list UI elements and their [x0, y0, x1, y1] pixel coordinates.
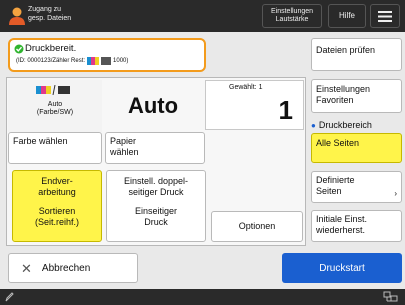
check-files-button[interactable]: Dateien prüfen	[311, 38, 402, 71]
cancel-label: Abbrechen	[41, 262, 91, 274]
color-mode-small: Auto (Farbe/SW)	[8, 80, 102, 132]
menu-button[interactable]	[370, 4, 400, 28]
bullet-icon: ●	[311, 120, 316, 130]
settings-line-1: Einstellungen	[270, 8, 314, 15]
restore-defaults-button[interactable]: Initiale Einst. wiederherst.	[311, 210, 402, 242]
finishing-line-1: Endver-	[41, 176, 73, 186]
finishing-line-2: arbeitung	[38, 187, 76, 197]
all-pages-button[interactable]: Alle Seiten	[311, 133, 402, 163]
top-bar: Zugang zu gesp. Dateien Einstellungen La…	[0, 0, 405, 32]
color-mode-value: Auto	[127, 93, 179, 118]
select-color-label: Farbe wählen	[13, 136, 68, 146]
ready-status-text: Druckbereit.	[25, 43, 77, 54]
select-paper-line-1: Papier	[110, 136, 137, 146]
print-range-label: Druckbereich	[318, 120, 372, 130]
restore-line-1: Initiale Einst.	[316, 214, 368, 224]
status-panel: Druckbereit. (ID: 0000123/Zähler Rest: 1…	[8, 38, 206, 72]
help-button[interactable]: Hilfe	[328, 4, 366, 28]
defined-pages-line-2: Seiten	[316, 186, 342, 196]
chevron-right-icon: ›	[394, 189, 397, 198]
options-label: Optionen	[238, 221, 276, 231]
network-icon[interactable]	[383, 291, 399, 303]
print-range-header: ● Druckbereich	[311, 120, 372, 130]
job-id-text: (ID: 0000123/Zähler Rest:	[16, 58, 86, 64]
access-line-1: Zugang zu	[28, 6, 62, 13]
counter-remaining: 1000)	[113, 58, 129, 64]
start-print-label: Druckstart	[319, 262, 365, 274]
finishing-value-line-1: Sortieren	[38, 206, 76, 216]
duplex-line-2: seitiger Druck	[128, 187, 184, 197]
access-stored-files-button[interactable]: Zugang zu gesp. Dateien	[28, 5, 108, 23]
select-paper-button[interactable]: Papier wählen	[105, 132, 205, 164]
settings-volume-button[interactable]: Einstellungen Lautstärke	[262, 4, 322, 28]
ready-status-icon	[14, 44, 24, 54]
color-bw-icon	[36, 85, 70, 95]
settings-line-2: Lautstärke	[275, 16, 309, 23]
all-pages-label: Alle Seiten	[316, 138, 360, 148]
user-icon[interactable]	[8, 6, 26, 26]
color-mode-line-2: (Farbe/SW)	[36, 109, 74, 116]
duplex-value-line-1: Einseitiger	[134, 206, 178, 216]
select-color-button[interactable]: Farbe wählen	[8, 132, 102, 164]
pencil-icon	[5, 292, 14, 302]
defined-pages-button[interactable]: Definierte Seiten ›	[311, 171, 402, 203]
duplex-value-line-2: Druck	[144, 217, 168, 227]
duplex-line-1: Einstell. doppel-	[123, 176, 189, 186]
close-icon: ✕	[21, 260, 32, 276]
finishing-value-line-2: (Seit.reihf.)	[34, 217, 79, 227]
favorite-settings-button[interactable]: Einstellungen Favoriten	[311, 79, 402, 113]
select-paper-line-2: wählen	[110, 147, 139, 157]
bottom-status-bar	[0, 289, 405, 305]
bw-counter-icon	[101, 57, 112, 65]
cancel-button[interactable]: ✕ Abbrechen	[8, 253, 138, 283]
access-line-2: gesp. Dateien	[28, 15, 72, 22]
favorites-line-2: Favoriten	[316, 95, 354, 105]
start-print-button[interactable]: Druckstart	[282, 253, 402, 283]
copies-label: Gewählt: 1	[229, 84, 263, 91]
color-mode-line-1: Auto	[47, 101, 63, 108]
copies-value: 1	[278, 95, 293, 125]
finishing-button[interactable]: Endver- arbeitung Sortieren (Seit.reihf.…	[12, 170, 102, 242]
restore-line-2: wiederherst.	[316, 225, 366, 235]
duplex-settings-button[interactable]: Einstell. doppel- seitiger Druck Einseit…	[106, 170, 206, 242]
defined-pages-line-1: Definierte	[316, 175, 355, 185]
options-button[interactable]: Optionen	[211, 211, 303, 242]
copies-display[interactable]: Gewählt: 1 1	[205, 80, 304, 130]
menu-icon	[378, 10, 392, 22]
help-label: Hilfe	[338, 11, 355, 20]
favorites-line-1: Einstellungen	[316, 84, 371, 94]
color-counter-icon	[87, 57, 100, 65]
check-files-label: Dateien prüfen	[316, 45, 376, 55]
